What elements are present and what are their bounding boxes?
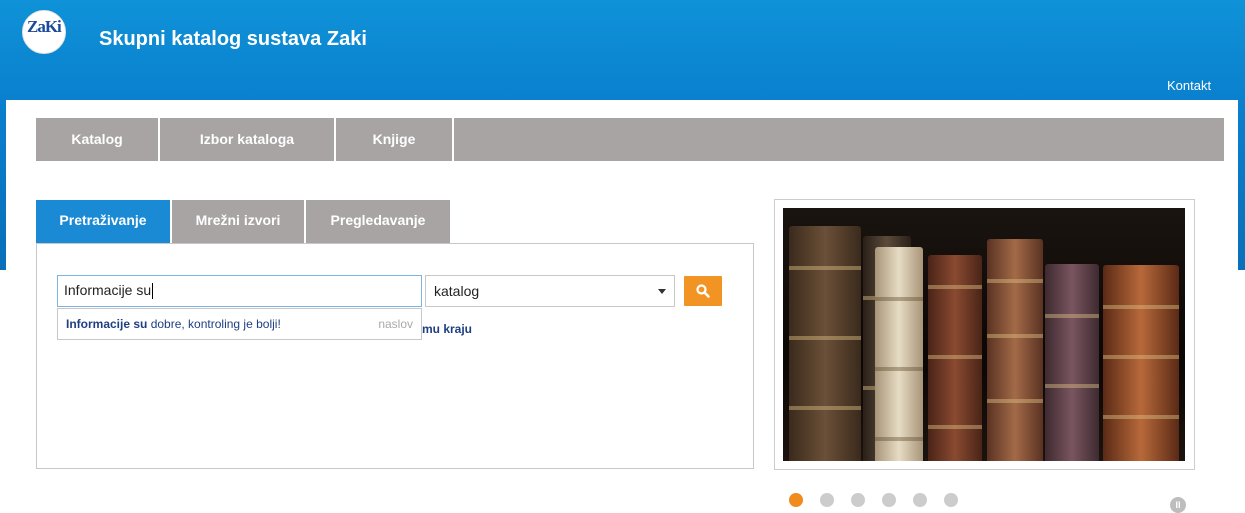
slide-dot[interactable] [820, 493, 834, 507]
scope-select[interactable]: katalog [425, 275, 675, 307]
book-spine [789, 226, 861, 461]
slideshow-dots [789, 493, 958, 507]
suggestion-match: Informacije su [66, 317, 148, 331]
book-spine [875, 247, 923, 461]
main-nav: Katalog Izbor kataloga Knjige [36, 118, 1224, 161]
nav-item-knjige[interactable]: Knjige [336, 118, 454, 161]
zaki-logo[interactable]: ZaKi [22, 10, 66, 54]
suggestion-rest: dobre, kontroling je bolji! [147, 317, 281, 331]
slide-dot[interactable] [944, 493, 958, 507]
search-input-value: Informacije su [64, 282, 152, 298]
books-photo [783, 208, 1185, 461]
autocomplete-suggestion[interactable]: Informacije su dobre, kontroling je bolj… [57, 308, 422, 340]
pause-icon[interactable]: II [1170, 497, 1186, 513]
search-icon [696, 284, 710, 298]
scope-select-value: katalog [434, 283, 480, 299]
contact-link[interactable]: Kontakt [1167, 78, 1211, 93]
suggestion-type: naslov [378, 317, 413, 331]
nav-item-izbor-kataloga[interactable]: Izbor kataloga [160, 118, 336, 161]
book-spine [928, 255, 982, 461]
logo-text: ZaKi [27, 17, 62, 36]
slide-dot[interactable] [913, 493, 927, 507]
search-input[interactable]: Informacije su [57, 275, 422, 307]
partial-link[interactable]: mu kraju [422, 322, 472, 336]
slideshow [774, 199, 1195, 470]
tab-mrezni-izvori[interactable]: Mrežni izvori [172, 200, 306, 244]
slide-dot[interactable] [789, 493, 803, 507]
tab-pregledavanje[interactable]: Pregledavanje [306, 200, 452, 244]
chevron-down-icon [658, 289, 666, 294]
site-title[interactable]: Skupni katalog sustava Zaki [99, 28, 367, 51]
search-button[interactable] [684, 276, 722, 306]
nav-item-katalog[interactable]: Katalog [36, 118, 160, 161]
text-caret [152, 283, 154, 300]
tab-pretrazivanje[interactable]: Pretraživanje [36, 200, 172, 244]
book-spine [987, 239, 1043, 461]
book-spine [1045, 264, 1099, 461]
book-spine [1103, 265, 1179, 461]
search-tabs: Pretraživanje Mrežni izvori Pregledavanj… [36, 200, 452, 244]
slide-dot[interactable] [882, 493, 896, 507]
slide-dot[interactable] [851, 493, 865, 507]
